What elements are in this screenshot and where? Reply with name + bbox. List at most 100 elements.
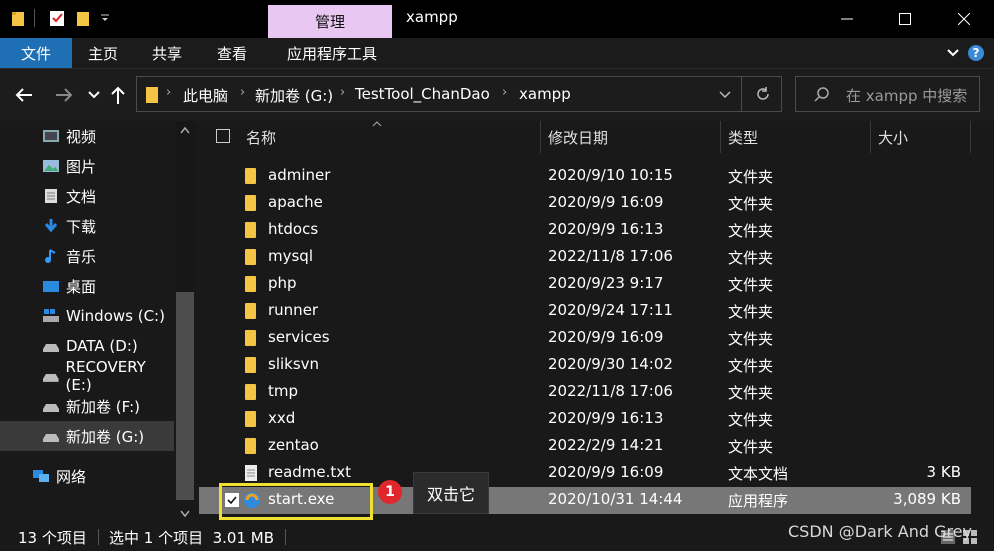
file-name: services [268, 328, 330, 346]
sidebar-item-drive-c[interactable]: Windows (C:) [0, 301, 174, 331]
ribbon-tabs: 文件 主页 共享 查看 应用程序工具 ? [0, 38, 994, 69]
breadcrumb-xampp[interactable]: xampp [519, 85, 571, 103]
sidebar-item-network[interactable]: 网络 [0, 461, 174, 491]
file-type: 文件夹 [728, 276, 774, 294]
up-icon[interactable] [110, 85, 126, 105]
file-date: 2020/9/10 10:15 [548, 166, 673, 184]
sidebar-item-label: 下载 [66, 217, 97, 236]
close-button[interactable] [934, 0, 994, 38]
desktop-icon [43, 281, 59, 292]
sidebar-item-downloads[interactable]: 下载 [0, 211, 174, 241]
divider [741, 77, 742, 111]
scroll-down-icon[interactable] [180, 510, 190, 518]
maximize-button[interactable] [876, 0, 934, 38]
text-file-icon [245, 465, 257, 481]
breadcrumb-testtool[interactable]: TestTool_ChanDao [355, 85, 490, 103]
file-name: readme.txt [268, 463, 352, 481]
recent-locations-icon[interactable] [88, 91, 100, 99]
sidebar-item-label: 桌面 [66, 277, 97, 296]
sidebar-item-music[interactable]: 音乐 [0, 241, 174, 271]
column-header-size[interactable]: 大小 [878, 121, 968, 153]
file-row-runner[interactable]: runner 2020/9/24 17:11 文件夹 [199, 298, 971, 325]
sidebar-item-documents[interactable]: 文档 [0, 181, 174, 211]
sidebar-item-drive-f[interactable]: 新加卷 (F:) [0, 391, 174, 421]
file-name: mysql [268, 247, 313, 265]
file-name: adminer [268, 166, 331, 184]
file-row-tmp[interactable]: tmp 2022/11/8 17:06 文件夹 [199, 379, 971, 406]
search-icon [814, 87, 829, 102]
column-header-name[interactable]: 名称 [246, 121, 536, 153]
file-row-mysql[interactable]: mysql 2022/11/8 17:06 文件夹 [199, 244, 971, 271]
back-icon[interactable] [14, 87, 34, 103]
sidebar-scrollbar-thumb[interactable] [176, 292, 194, 500]
sidebar-item-label: 新加卷 (F:) [66, 397, 140, 416]
highlight-box [219, 483, 373, 520]
sidebar-item-videos[interactable]: 视频 [0, 121, 174, 151]
file-type: 文件夹 [728, 411, 774, 429]
file-date: 2022/2/9 14:21 [548, 436, 664, 454]
search-placeholder: 在 xampp 中搜索 [846, 87, 968, 105]
file-name: tmp [268, 382, 299, 400]
file-name: htdocs [268, 220, 319, 238]
file-row-services[interactable]: services 2020/9/9 16:09 文件夹 [199, 325, 971, 352]
file-row-php[interactable]: php 2020/9/23 9:17 文件夹 [199, 271, 971, 298]
sidebar-item-desktop[interactable]: 桌面 [0, 271, 174, 301]
chevron-right-icon: › [240, 85, 246, 100]
sidebar-item-label: RECOVERY (E:) [65, 358, 146, 394]
select-all-checkbox[interactable] [216, 129, 230, 143]
sidebar-item-label: 网络 [56, 467, 87, 486]
chevron-right-icon: › [166, 85, 172, 100]
watermark: CSDN @Dark And Grey [788, 522, 973, 541]
chevron-right-icon: › [340, 85, 346, 100]
file-date: 2022/11/8 17:06 [548, 382, 673, 400]
address-bar[interactable]: › 此电脑 › 新加卷 (G:) › TestTool_ChanDao › xa… [136, 76, 782, 112]
scroll-up-icon[interactable] [180, 126, 190, 134]
tab-app-tools[interactable]: 应用程序工具 [272, 38, 392, 68]
column-header-date[interactable]: 修改日期 [548, 121, 716, 153]
sidebar-item-drive-g[interactable]: 新加卷 (G:) [0, 421, 174, 451]
folder-icon[interactable] [10, 9, 28, 27]
tab-home[interactable]: 主页 [78, 38, 128, 68]
help-icon[interactable]: ? [968, 45, 984, 61]
music-icon [45, 249, 56, 263]
file-type: 文件夹 [728, 222, 774, 240]
chevron-down-icon[interactable] [946, 47, 960, 59]
breadcrumb-this-pc[interactable]: 此电脑 [183, 85, 228, 106]
new-folder-icon[interactable] [74, 9, 92, 27]
windows-drive-icon [43, 309, 59, 322]
maximize-icon [899, 13, 911, 25]
search-box[interactable]: 在 xampp 中搜索 [795, 76, 980, 112]
customize-toolbar-icon[interactable] [100, 13, 110, 23]
tab-share[interactable]: 共享 [142, 38, 192, 68]
breadcrumb-drive-g[interactable]: 新加卷 (G:) [255, 85, 333, 106]
network-icon [33, 470, 49, 482]
sidebar-item-drive-d[interactable]: DATA (D:) [0, 331, 174, 361]
chevron-right-icon: › [502, 85, 508, 100]
column-header-type[interactable]: 类型 [728, 121, 866, 153]
tab-view[interactable]: 查看 [207, 38, 257, 68]
file-date: 2020/9/23 9:17 [548, 274, 664, 292]
tab-manage[interactable]: 管理 [268, 5, 392, 38]
file-row-xxd[interactable]: xxd 2020/9/9 16:13 文件夹 [199, 406, 971, 433]
sidebar-item-drive-e[interactable]: RECOVERY (E:) [0, 358, 174, 394]
annotation-label: 双击它 [413, 472, 489, 514]
file-row-zentao[interactable]: zentao 2022/2/9 14:21 文件夹 [199, 433, 971, 460]
sidebar-item-label: Windows (C:) [66, 307, 165, 325]
minimize-button[interactable] [818, 0, 876, 38]
file-row-adminer[interactable]: adminer 2020/9/10 10:15 文件夹 [199, 163, 971, 190]
file-type: 文本文档 [728, 465, 789, 483]
tab-file[interactable]: 文件 [0, 38, 72, 68]
file-row-apache[interactable]: apache 2020/9/9 16:09 文件夹 [199, 190, 971, 217]
refresh-icon[interactable] [755, 86, 771, 102]
divider [540, 121, 541, 153]
file-row-sliksvn[interactable]: sliksvn 2020/9/30 14:02 文件夹 [199, 352, 971, 379]
properties-icon[interactable] [48, 9, 66, 27]
sidebar-item-pictures[interactable]: 图片 [0, 151, 174, 181]
file-name: php [268, 274, 297, 292]
folder-icon [245, 330, 256, 346]
folder-icon [245, 168, 256, 184]
forward-icon[interactable] [54, 87, 74, 103]
address-dropdown-icon[interactable] [719, 91, 731, 99]
divider [34, 9, 35, 27]
file-row-htdocs[interactable]: htdocs 2020/9/9 16:13 文件夹 [199, 217, 971, 244]
